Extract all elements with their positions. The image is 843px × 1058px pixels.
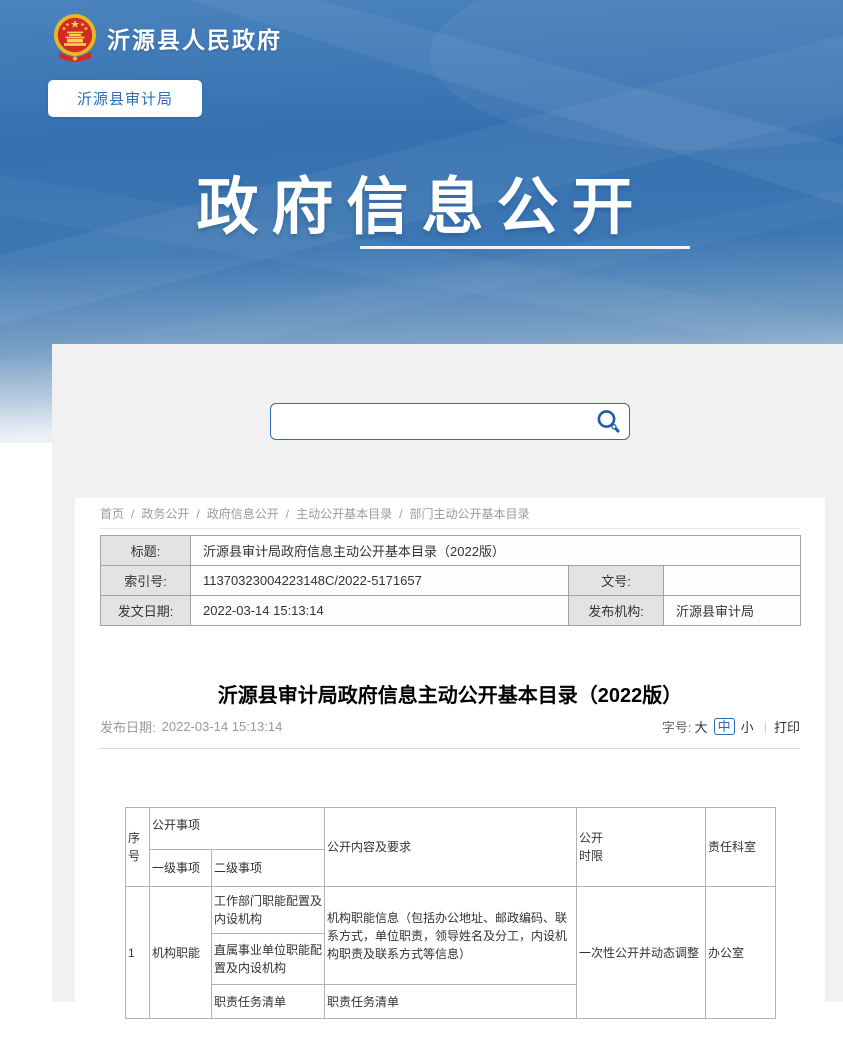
breadcrumb-separator: / <box>286 507 289 521</box>
site-brand[interactable]: 沂源县人民政府 <box>52 13 282 63</box>
breadcrumb-bumen-mulu[interactable]: 部门主动公开基本目录 <box>409 507 529 521</box>
publish-row: 发布日期: 2022-03-14 15:13:14 字号: 大 中 小 | 打印 <box>100 716 800 736</box>
meta-org-value: 沂源县审计局 <box>664 596 801 626</box>
header-level2: 二级事项 <box>212 850 325 887</box>
search-icon <box>595 408 622 435</box>
cell-level1: 机构职能 <box>150 887 212 1019</box>
font-print-divider: | <box>764 719 767 734</box>
breadcrumb-divider <box>100 528 800 529</box>
catalog-row-1a: 1 机构职能 工作部门职能配置及内设机构 机构职能信息（包括办公地址、邮政编码、… <box>126 887 776 934</box>
header-content: 公开内容及要求 <box>325 808 577 887</box>
document-meta-table: 标题: 沂源县审计局政府信息主动公开基本目录（2022版） 索引号: 11370… <box>100 535 801 626</box>
page-title: 沂源县审计局政府信息主动公开基本目录（2022版） <box>100 679 800 708</box>
meta-date-label: 发文日期: <box>101 596 191 626</box>
font-size-label: 字号: <box>662 717 692 736</box>
font-size-medium-button[interactable]: 中 <box>714 718 735 735</box>
search-input[interactable] <box>281 406 595 438</box>
breadcrumb-zhengwu[interactable]: 政务公开 <box>141 507 189 521</box>
national-emblem-icon <box>52 13 98 63</box>
meta-index-label: 索引号: <box>101 566 191 596</box>
meta-row-date: 发文日期: 2022-03-14 15:13:14 发布机构: 沂源县审计局 <box>101 596 801 626</box>
meta-row-index: 索引号: 11370323004223148C/2022-5171657 文号: <box>101 566 801 596</box>
header-time-limit: 公开 时限 <box>577 808 706 887</box>
meta-docnum-value <box>664 566 801 596</box>
meta-org-label: 发布机构: <box>569 596 664 626</box>
cell-seq: 1 <box>126 887 150 1019</box>
meta-index-value: 11370323004223148C/2022-5171657 <box>191 566 569 596</box>
cell-level2-a: 工作部门职能配置及内设机构 <box>212 887 325 934</box>
meta-date-value: 2022-03-14 15:13:14 <box>191 596 569 626</box>
search-button[interactable] <box>595 408 629 435</box>
department-badge-label: 沂源县审计局 <box>77 88 173 109</box>
header-department: 责任科室 <box>706 808 776 887</box>
header-level1: 一级事项 <box>150 850 212 887</box>
content-panel: 首页 / 政务公开 / 政府信息公开 / 主动公开基本目录 / 部门主动公开基本目录 标题: 沂… <box>52 344 843 1002</box>
meta-docnum-label: 文号: <box>569 566 664 596</box>
header-matters: 公开事项 <box>150 808 325 850</box>
site-name[interactable]: 沂源县人民政府 <box>107 21 282 55</box>
breadcrumb-separator: / <box>196 507 199 521</box>
meta-row-title: 标题: 沂源县审计局政府信息主动公开基本目录（2022版） <box>101 536 801 566</box>
header-seq: 序号 <box>126 808 150 887</box>
breadcrumb: 首页 / 政务公开 / 政府信息公开 / 主动公开基本目录 / 部门主动公开基本目录 <box>100 505 800 522</box>
department-badge[interactable]: 沂源县审计局 <box>48 80 202 117</box>
cell-department: 办公室 <box>706 887 776 1019</box>
font-size-small-button[interactable]: 小 <box>741 717 754 736</box>
font-size-large-button[interactable]: 大 <box>695 717 708 736</box>
cell-content-ab: 机构职能信息（包括办公地址、邮政编码、联系方式，单位职责，领导姓名及分工，内设机… <box>325 887 577 985</box>
article-card: 首页 / 政务公开 / 政府信息公开 / 主动公开基本目录 / 部门主动公开基本目录 标题: 沂… <box>75 498 825 1058</box>
breadcrumb-xinxi[interactable]: 政府信息公开 <box>207 507 279 521</box>
cell-time-limit: 一次性公开并动态调整 <box>577 887 706 1019</box>
meta-title-value: 沂源县审计局政府信息主动公开基本目录（2022版） <box>191 536 801 566</box>
catalog-header-row-1: 序号 公开事项 公开内容及要求 公开 时限 责任科室 <box>126 808 776 850</box>
meta-title-label: 标题: <box>101 536 191 566</box>
print-button[interactable]: 打印 <box>774 717 800 736</box>
breadcrumb-home[interactable]: 首页 <box>100 507 124 521</box>
breadcrumb-separator: / <box>399 507 402 521</box>
disclosure-catalog-table: 序号 公开事项 公开内容及要求 公开 时限 责任科室 一级事项 二级事项 1 机… <box>125 807 776 1019</box>
article-divider <box>100 748 800 749</box>
publish-date-value: 2022-03-14 15:13:14 <box>162 719 283 734</box>
banner-title-underline <box>360 246 690 249</box>
banner-title: 政府信息公开 <box>0 156 843 246</box>
cell-level2-b: 直属事业单位职能配置及内设机构 <box>212 934 325 985</box>
font-size-controls: 字号: 大 中 小 | 打印 <box>662 717 800 736</box>
search-box <box>270 403 630 440</box>
breadcrumb-separator: / <box>131 507 134 521</box>
publish-date-label: 发布日期: <box>100 717 156 736</box>
breadcrumb-mulu[interactable]: 主动公开基本目录 <box>296 507 392 521</box>
